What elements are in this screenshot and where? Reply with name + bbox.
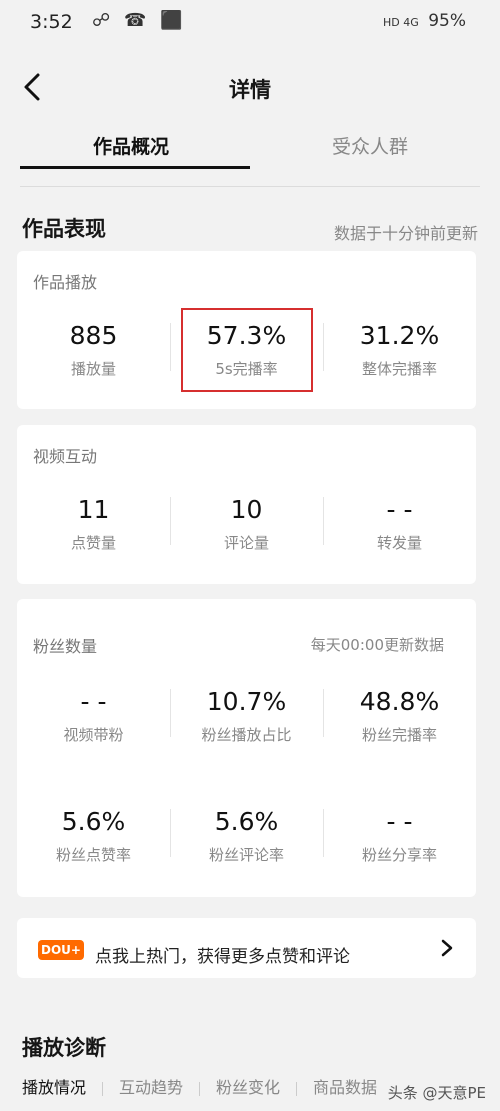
metric-value: 5.6% <box>214 807 279 836</box>
fans-update-note: 每天00:00更新数据 <box>310 636 444 654</box>
metric-label: 整体完播率 <box>361 360 437 378</box>
interaction-card: 视频互动 11 点赞量 10 评论量 - - 转发量 <box>17 425 476 584</box>
watermark: 头条 @天意PE <box>387 1084 486 1102</box>
metric-value: 10.7% <box>206 687 287 716</box>
card-title-play: 作品播放 <box>33 273 98 292</box>
metric-label: 粉丝完播率 <box>361 726 437 744</box>
metric-label: 评论量 <box>223 534 269 552</box>
dou-plus-logo: DOU+ <box>38 940 84 960</box>
metric-shares[interactable]: - - 转发量 <box>323 495 476 553</box>
fans-card: 粉丝数量 每天00:00更新数据 - - 视频带粉 10.7% 粉丝播放占比 4… <box>17 599 476 897</box>
diagnosis-subtabs: 播放情况 互动趋势 粉丝变化 商品数据 <box>22 1074 377 1098</box>
page-title: 详情 <box>229 78 271 102</box>
tab-audience[interactable]: 受众人群 <box>332 132 408 159</box>
metric-label: 粉丝点赞率 <box>55 846 131 864</box>
section-title-performance: 作品表现 <box>22 217 106 241</box>
metric-value: 31.2% <box>359 321 440 350</box>
metric-fans-like-rate[interactable]: 5.6% 粉丝点赞率 <box>17 807 170 865</box>
metric-fans-comment-rate[interactable]: 5.6% 粉丝评论率 <box>170 807 323 865</box>
metric-label: 粉丝评论率 <box>208 846 284 864</box>
status-right: HD 4G 95% <box>383 11 466 31</box>
update-note: 数据于十分钟前更新 <box>333 224 478 243</box>
subtab-fans-change[interactable]: 粉丝变化 <box>216 1074 280 1098</box>
metric-likes[interactable]: 11 点赞量 <box>17 495 170 553</box>
dou-promo-banner[interactable]: DOU+ 点我上热门，获得更多点赞和评论 <box>17 918 476 978</box>
metric-label: 播放量 <box>70 360 116 378</box>
metric-label: 粉丝播放占比 <box>201 726 292 744</box>
metric-value: 48.8% <box>359 687 440 716</box>
metric-value: 10 <box>230 495 263 524</box>
active-tab-indicator <box>20 166 250 169</box>
tab-overview[interactable]: 作品概况 <box>93 132 169 159</box>
metric-video-fans[interactable]: - - 视频带粉 <box>17 687 170 745</box>
metric-value: 5.6% <box>61 807 126 836</box>
metric-label: 点赞量 <box>70 534 116 552</box>
metric-fans-completion[interactable]: 48.8% 粉丝完播率 <box>323 687 476 745</box>
metric-label: 转发量 <box>376 534 422 552</box>
signal-icon: HD 4G <box>383 16 419 29</box>
notification-icons: ☍ ☎ ⬛ <box>92 10 187 31</box>
subtab-play-status[interactable]: 播放情况 <box>22 1074 86 1098</box>
card-title-interaction: 视频互动 <box>33 447 98 466</box>
divider <box>20 186 480 187</box>
metric-label: 粉丝分享率 <box>361 846 437 864</box>
section-title-diagnosis: 播放诊断 <box>22 1036 106 1060</box>
metric-fans-play-ratio[interactable]: 10.7% 粉丝播放占比 <box>170 687 323 745</box>
status-time: 3:52 <box>30 11 73 33</box>
metric-label: 视频带粉 <box>63 726 124 744</box>
chevron-right-icon <box>441 939 453 957</box>
metric-value: - - <box>386 807 413 836</box>
card-title-fans: 粉丝数量 <box>33 637 98 656</box>
metric-value: 885 <box>69 321 118 350</box>
tab-bar: 作品概况 受众人群 <box>0 118 500 170</box>
highlight-box <box>181 308 313 392</box>
metric-fans-share-rate[interactable]: - - 粉丝分享率 <box>323 807 476 865</box>
subtab-product-data[interactable]: 商品数据 <box>313 1074 377 1098</box>
metric-value: - - <box>80 687 107 716</box>
battery-level: 95% <box>428 11 466 31</box>
metric-value: 11 <box>77 495 110 524</box>
promo-text: 点我上热门，获得更多点赞和评论 <box>95 947 350 967</box>
metric-comments[interactable]: 10 评论量 <box>170 495 323 553</box>
metric-overall-completion[interactable]: 31.2% 整体完播率 <box>323 321 476 379</box>
metric-plays[interactable]: 885 播放量 <box>17 321 170 379</box>
subtab-interaction-trend[interactable]: 互动趋势 <box>119 1074 183 1098</box>
metric-value: - - <box>386 495 413 524</box>
